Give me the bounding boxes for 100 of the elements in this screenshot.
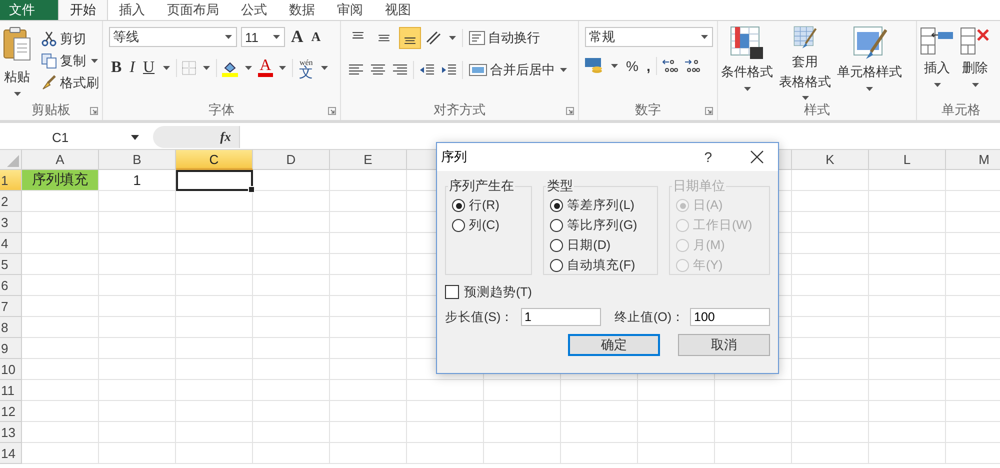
caret-icon	[934, 82, 940, 86]
font-name-field[interactable]: 等线	[109, 27, 237, 47]
caret-icon	[744, 86, 750, 90]
cell-styles-button[interactable]: 单元格样式	[834, 22, 905, 100]
caret-icon	[972, 82, 978, 86]
caret-icon	[225, 35, 232, 39]
underline-button[interactable]: U	[141, 59, 157, 77]
input-field[interactable]: 100	[690, 308, 770, 326]
ribbon-tab[interactable]: 插入	[108, 0, 156, 20]
table-cell: 1	[99, 170, 176, 191]
radio-button[interactable]	[550, 259, 564, 272]
radio-option[interactable]: 自动填充(F)	[550, 257, 651, 274]
ribbon-tab[interactable]: 页面布局	[156, 0, 230, 20]
cut-button[interactable]: 剪切	[39, 28, 88, 50]
conditional-format-button[interactable]: 条件格式	[718, 22, 776, 100]
ribbon-tab[interactable]: 数据	[278, 0, 326, 20]
brush-icon	[41, 74, 57, 90]
row-header[interactable]: 4	[0, 233, 22, 254]
row-header[interactable]: 14	[0, 443, 22, 464]
column-header[interactable]: M	[946, 150, 1000, 170]
insert-button[interactable]: 插入	[917, 22, 957, 100]
radio-option[interactable]: 列(C)	[452, 217, 526, 234]
phonetic-button[interactable]: wén 文	[297, 57, 316, 79]
row-header[interactable]: 11	[0, 380, 22, 401]
merge-center-button[interactable]: 合并后居中	[467, 59, 571, 81]
row-header[interactable]: 9	[0, 338, 22, 359]
close-icon[interactable]	[750, 150, 764, 164]
column-header[interactable]: C	[176, 150, 253, 170]
font-color-button[interactable]: A	[258, 59, 274, 77]
dialog-button[interactable]: 确定	[568, 334, 660, 356]
radio-option[interactable]: 等差序列(L)	[550, 197, 651, 214]
ribbon-tab[interactable]: 开始	[58, 0, 108, 20]
input-field[interactable]: 1	[520, 308, 600, 326]
radio-option[interactable]: 日期(D)	[550, 237, 651, 254]
row-header[interactable]: 7	[0, 296, 22, 317]
bold-button[interactable]: B	[109, 59, 124, 77]
font-size-field[interactable]: 11	[241, 27, 285, 47]
delete-cells-icon	[960, 26, 990, 56]
number-format-field[interactable]: 常规	[585, 27, 713, 47]
italic-button[interactable]: I	[128, 59, 137, 77]
column-header[interactable]: A	[22, 150, 99, 170]
decrease-decimal-icon[interactable]	[683, 58, 702, 74]
group-label: 样式	[804, 101, 830, 119]
grow-font-button[interactable]: A	[289, 28, 306, 46]
dialog-launcher-icon[interactable]	[566, 107, 574, 115]
radio-button[interactable]	[550, 239, 564, 252]
increase-decimal-icon[interactable]	[661, 58, 680, 74]
copy-button[interactable]: 复制	[39, 50, 102, 72]
ribbon-tab[interactable]: 文件	[0, 0, 58, 20]
name-box[interactable]: C1	[0, 126, 145, 148]
ribbon-tab[interactable]: 审阅	[326, 0, 374, 20]
radio-option[interactable]: 等比序列(G)	[550, 217, 651, 234]
checkbox[interactable]	[445, 285, 459, 299]
dialog-launcher-icon[interactable]	[705, 107, 713, 115]
group-label: 字体	[208, 101, 234, 119]
dialog-launcher-icon[interactable]	[90, 107, 98, 115]
caret-icon	[611, 64, 618, 68]
format-as-table-button[interactable]: 套用 表格格式	[776, 22, 834, 100]
column-header[interactable]: B	[99, 150, 176, 170]
paste-button[interactable]: 粘贴	[0, 22, 34, 100]
column-header[interactable]: D	[253, 150, 330, 170]
dialog-launcher-icon[interactable]	[328, 107, 336, 115]
radio-button[interactable]	[550, 219, 564, 232]
column-header[interactable]: L	[869, 150, 946, 170]
shrink-font-button[interactable]: A	[309, 28, 323, 46]
vertical-align-icon[interactable]	[399, 27, 421, 49]
radio-button[interactable]	[452, 219, 465, 232]
row-header[interactable]: 2	[0, 191, 22, 212]
table-icon	[730, 26, 764, 60]
help-button[interactable]: ?	[704, 149, 712, 165]
trend-checkbox[interactable]: 预测趋势(T)	[445, 284, 770, 300]
format-painter-button[interactable]: 格式刷	[39, 72, 101, 94]
radio-option[interactable]: 行(R)	[452, 197, 526, 214]
caret-icon	[279, 66, 286, 70]
delete-button[interactable]: 删除	[957, 22, 993, 100]
ribbon-tab[interactable]: 公式	[230, 0, 278, 20]
row-header[interactable]: 5	[0, 254, 22, 275]
row-header[interactable]: 1	[0, 170, 22, 191]
group-title: 类型	[546, 177, 574, 195]
row-header[interactable]: 10	[0, 359, 22, 380]
ribbon-tab[interactable]: 视图	[374, 0, 422, 20]
row-header[interactable]: 12	[0, 401, 22, 422]
row-header[interactable]: 6	[0, 275, 22, 296]
row-header[interactable]: 3	[0, 212, 22, 233]
caret-icon	[14, 92, 20, 96]
row-header[interactable]: 8	[0, 317, 22, 338]
row-header[interactable]: 13	[0, 422, 22, 443]
caret-icon	[162, 66, 170, 70]
dialog-button[interactable]: 取消	[678, 334, 770, 356]
currency-icon[interactable]	[585, 57, 605, 75]
caret-icon	[866, 86, 873, 90]
group-label: 单元格	[942, 101, 980, 119]
column-header[interactable]: K	[792, 150, 869, 170]
radio-button[interactable]	[452, 199, 465, 212]
wrap-text-button[interactable]: 自动换行	[467, 27, 542, 49]
column-header[interactable]: E	[330, 150, 407, 170]
radio-button[interactable]	[550, 199, 564, 212]
comma-button[interactable]: ,	[644, 57, 652, 75]
percent-button[interactable]: %	[624, 57, 640, 75]
insert-function-button[interactable]: fx	[153, 126, 239, 148]
